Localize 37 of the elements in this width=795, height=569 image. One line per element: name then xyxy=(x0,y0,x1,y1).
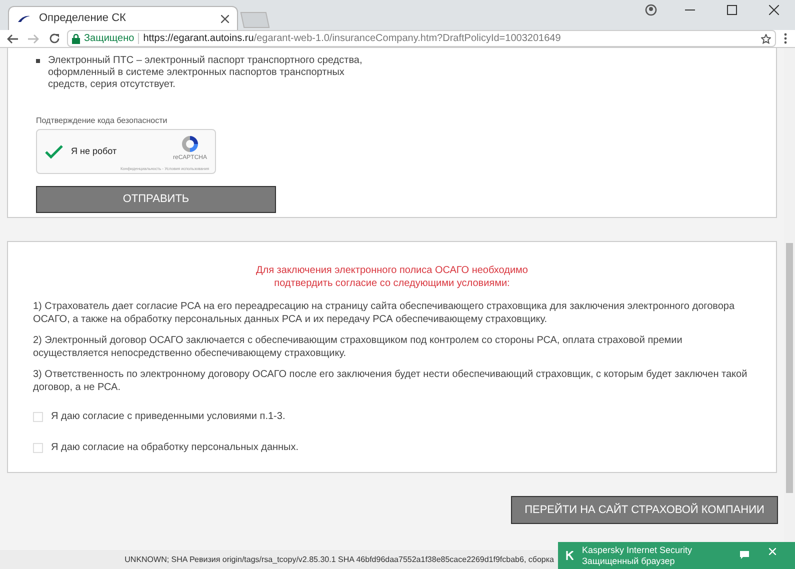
consent-heading: Для заключения электронного полиса ОСАГО необходимо xyxy=(255,264,529,277)
checkbox-label: Я даю согласие на обработку персональных данных. xyxy=(51,441,299,455)
browser-tab[interactable]: Определение СК xyxy=(8,6,238,30)
term-paragraph: 3) Ответственность по электронному договору ОСАГО после его заключения будет нести обеспечивающий страховщик, с которым будет заключен такой договор, а не РСА. xyxy=(33,368,748,394)
site-logo-icon xyxy=(17,14,31,22)
consent-checkbox[interactable] xyxy=(33,412,43,422)
back-icon[interactable] xyxy=(7,34,18,44)
insurer-site-button[interactable]: ПЕРЕЙТИ НА САЙТ СТРАХОВОЙ КОМПАНИИ xyxy=(511,496,778,524)
reload-icon[interactable] xyxy=(49,33,60,44)
recaptcha-logo-icon xyxy=(180,134,200,154)
consent-heading: подтвердить согласие со следующими условиями: xyxy=(273,277,511,290)
close-icon[interactable] xyxy=(769,5,779,15)
notification-popup[interactable]: Kaspersky Internet Security Защищенный браузер xyxy=(558,542,795,569)
build-info: UNKNOWN; SHA Ревизия origin/tags/rsa_tcopy/v2.85.30.1 SHA 46bfd96daa7552a1f38e85cace2269d1f9fcbab6, сборка xyxy=(124,554,554,566)
term-paragraph: 1) Страхователь дает согласие РСА на его переадресацию на страницу сайта обеспечивающего страховщика для заключения электронного договора ОСАГО, а также на обработку персональных данных РСА и их передачу РСА обеспечивающему страховщику. xyxy=(33,300,736,326)
term-paragraph: 2) Электронный договор ОСАГО заключается с обеспечивающим страховщиком под контролем со стороны РСА, оплата страховой премии осуществляется непосредственно обеспечивающему страховщику. xyxy=(33,334,684,360)
captcha-text: Я не робот xyxy=(71,144,117,158)
address-bar[interactable]: Защищено https://egarant.autoins.ru/egarant-web-1.0/insuranceCompany.htm?DraftPolicyId=1003201649 xyxy=(67,30,776,47)
captcha-label: Подтверждение кода безопасности xyxy=(36,115,168,127)
padlock-icon xyxy=(72,34,80,44)
tab-title: Определение СК xyxy=(39,11,127,26)
consent-checkbox[interactable] xyxy=(33,442,43,452)
kaspersky-logo-icon xyxy=(566,551,574,560)
secure-label: Защищено xyxy=(84,32,134,46)
comment-icon[interactable] xyxy=(740,551,749,559)
captcha-checkbox[interactable] xyxy=(45,144,63,158)
url-text: https://egarant.autoins.ru/egarant-web-1.0/insuranceCompany.htm?DraftPolicyId=1003201649 xyxy=(143,32,561,46)
bullet-text: Электронный ПТС – электронный паспорт транспортного средства, оформленный в системе электронных паспортов транспортных средств, серия отсутствует. xyxy=(48,55,364,91)
bullet-icon xyxy=(36,59,40,63)
checkbox-label: Я даю согласие с приведенными условиями п.1-3. xyxy=(51,410,286,424)
notification-text: Kaspersky Internet Security Защищенный браузер xyxy=(582,545,694,567)
submit-button[interactable]: ОТПРАВИТЬ xyxy=(36,186,276,213)
close-icon[interactable] xyxy=(221,14,229,22)
menu-icon[interactable] xyxy=(784,33,787,44)
maximize-icon[interactable] xyxy=(727,5,737,15)
profile-icon[interactable] xyxy=(645,4,657,16)
bookmark-star-icon[interactable] xyxy=(761,34,771,44)
